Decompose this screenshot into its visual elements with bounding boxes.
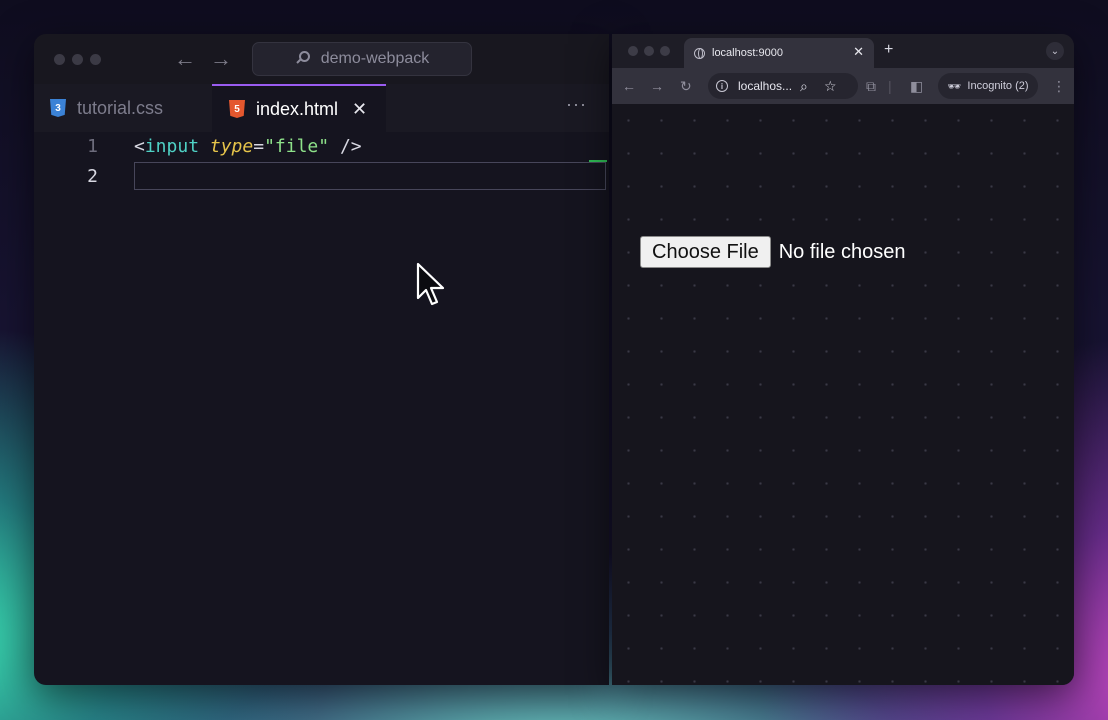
- incognito-indicator[interactable]: 🕶 Incognito (2): [938, 73, 1038, 99]
- search-icon: [295, 50, 313, 68]
- tab-index-html[interactable]: 5 index.html ✕: [212, 84, 386, 132]
- browser-window: localhost:9000 ✕ + ⌄ ← → ↻ i localhos...…: [612, 34, 1074, 685]
- code-text: <input type="file" />: [134, 132, 362, 162]
- window-close-dot[interactable]: [54, 54, 65, 65]
- globe-icon: [694, 47, 705, 59]
- more-options-icon[interactable]: ···: [566, 94, 587, 115]
- code-token-tag: input: [144, 136, 200, 157]
- menu-kebab-icon[interactable]: ⋮: [1052, 76, 1066, 96]
- code-line[interactable]: 1 <input type="file" />: [34, 132, 609, 162]
- code-line-current[interactable]: 2: [34, 162, 609, 192]
- html-file-icon: 5: [229, 100, 245, 118]
- window-zoom-dot[interactable]: [90, 54, 101, 65]
- back-arrow-icon[interactable]: ←: [174, 46, 196, 72]
- choose-file-button[interactable]: Choose File: [640, 236, 771, 268]
- forward-arrow-icon[interactable]: →: [650, 76, 664, 96]
- css-file-icon: 3: [50, 99, 66, 117]
- mouse-cursor-icon: [416, 262, 445, 306]
- site-info-icon[interactable]: i: [716, 80, 728, 92]
- project-name: demo-webpack: [320, 50, 430, 67]
- new-tab-plus-icon[interactable]: +: [884, 41, 893, 59]
- incognito-label: Incognito (2): [967, 80, 1029, 92]
- close-icon[interactable]: ✕: [352, 99, 367, 120]
- zoom-magnifier-icon[interactable]: ⌕: [800, 76, 808, 96]
- tab-label: tutorial.css: [77, 97, 164, 118]
- window-minimize-dot[interactable]: [644, 46, 654, 56]
- tab-label: index.html: [256, 98, 339, 119]
- editor-titlebar: ← → demo-webpack: [34, 34, 609, 84]
- toolbar-divider: |: [888, 78, 892, 94]
- code-token-string: "file": [264, 136, 330, 157]
- code-token-bracket: <: [134, 136, 145, 157]
- side-panel-icon[interactable]: ◧: [910, 76, 923, 96]
- browser-toolbar: ← → ↻ i localhos... ⌕ ☆ ⧉ | ◧ 🕶 Incognit…: [612, 68, 1074, 104]
- close-icon[interactable]: ✕: [853, 44, 864, 60]
- code-token-equals: =: [253, 136, 265, 157]
- back-arrow-icon[interactable]: ←: [622, 76, 636, 96]
- incognito-icon: 🕶: [947, 80, 962, 93]
- reload-icon[interactable]: ↻: [680, 76, 692, 96]
- tab-title: localhost:9000: [712, 47, 783, 59]
- browser-tab-strip: localhost:9000 ✕ + ⌄: [612, 34, 1074, 68]
- code-token-attr: type: [209, 136, 254, 157]
- line-number: 1: [87, 136, 98, 157]
- chevron-down-icon[interactable]: ⌄: [1046, 42, 1064, 60]
- window-close-dot[interactable]: [628, 46, 638, 56]
- scrollbar-change-marker: [589, 160, 607, 162]
- address-text: localhos...: [738, 79, 793, 93]
- line-number: 2: [87, 166, 98, 187]
- code-editor-window: ← → demo-webpack 3 tutorial.css 5 index.…: [34, 34, 609, 685]
- code-token-close: />: [329, 136, 362, 157]
- tab-tutorial-css[interactable]: 3 tutorial.css: [50, 84, 210, 132]
- file-status-text: No file chosen: [778, 240, 906, 263]
- page-viewport: Choose File No file chosen: [612, 104, 1074, 685]
- forward-arrow-icon[interactable]: →: [210, 46, 232, 72]
- editor-tab-bar: 3 tutorial.css 5 index.html ✕: [34, 84, 609, 132]
- command-center-search[interactable]: demo-webpack: [252, 42, 472, 76]
- bookmark-star-icon[interactable]: ☆: [824, 76, 837, 96]
- current-line-highlight: [134, 162, 606, 190]
- browser-tab-localhost[interactable]: localhost:9000 ✕: [684, 38, 874, 68]
- window-zoom-dot[interactable]: [660, 46, 670, 56]
- file-input[interactable]: Choose File No file chosen: [640, 236, 905, 268]
- extensions-icon[interactable]: ⧉: [866, 76, 876, 96]
- window-minimize-dot[interactable]: [72, 54, 83, 65]
